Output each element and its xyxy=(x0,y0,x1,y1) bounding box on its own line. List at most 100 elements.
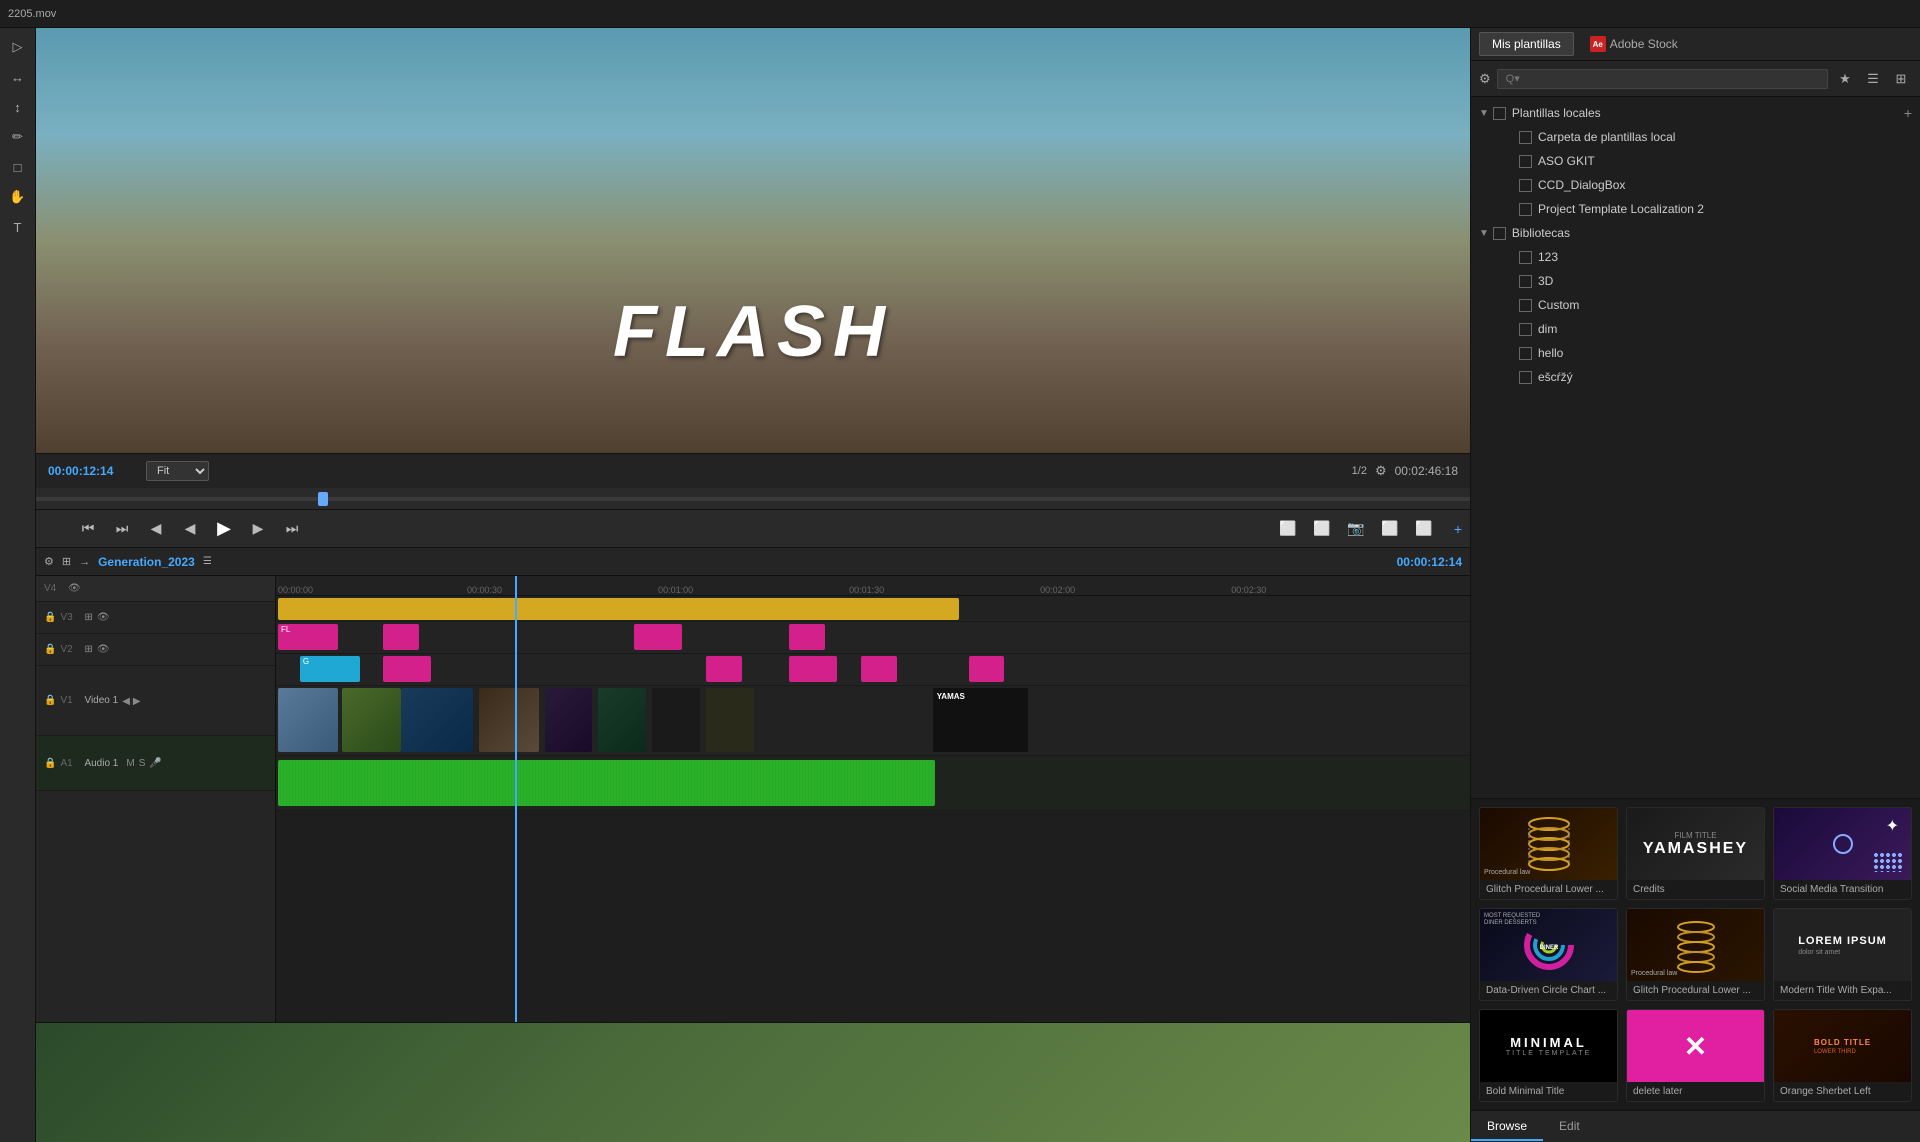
lock-icon-v1[interactable]: 🔒 xyxy=(44,695,56,706)
checkbox-3d[interactable] xyxy=(1519,275,1532,288)
template-card-4[interactable]: DINER MOST REQUESTEDDINER DESSERTS Data-… xyxy=(1479,908,1618,1001)
btn-mark-in[interactable]: ⏮ xyxy=(76,517,100,541)
clip-v1-credits[interactable]: YAMAS xyxy=(933,688,1029,752)
next-icon-v1[interactable]: ▶ xyxy=(133,696,141,707)
clip-v2-b[interactable] xyxy=(383,656,431,682)
mis-plantillas-btn[interactable]: Mis plantillas xyxy=(1479,32,1574,56)
timeline-snap-icon[interactable]: ⊞ xyxy=(62,555,71,568)
tool-pen[interactable]: ✏ xyxy=(7,126,29,148)
checkbox-aso[interactable] xyxy=(1519,155,1532,168)
tool-razor[interactable]: ↔ xyxy=(7,66,29,88)
clip-v2-f[interactable] xyxy=(969,656,1005,682)
checkbox-bibliotecas[interactable] xyxy=(1493,227,1506,240)
tree-section-bibliotecas[interactable]: ▼ Bibliotecas xyxy=(1471,221,1920,245)
clip-v1-g[interactable] xyxy=(652,688,700,752)
btn-step-back[interactable]: ◀ xyxy=(144,517,168,541)
track-sync-v2[interactable]: ⊞ xyxy=(84,644,92,655)
tree-item-carpeta[interactable]: Carpeta de plantillas local xyxy=(1471,125,1920,149)
clip-v1-f[interactable] xyxy=(598,688,646,752)
tab-edit[interactable]: Edit xyxy=(1543,1113,1596,1141)
tree-item-aso[interactable]: ASO GKIT xyxy=(1471,149,1920,173)
clip-v2-c[interactable] xyxy=(706,656,742,682)
clip-v3-c[interactable] xyxy=(634,624,682,650)
btn-add[interactable]: + xyxy=(1446,517,1470,541)
template-card-8[interactable]: ✕ delete later xyxy=(1626,1009,1765,1102)
settings-icon[interactable]: ⚙ xyxy=(1375,463,1387,479)
tool-slip[interactable]: ↕ xyxy=(7,96,29,118)
tree-section-plantillas[interactable]: ▼ Plantillas locales + xyxy=(1471,101,1920,125)
template-card-6[interactable]: LOREM IPSUM dolor sit amet Modern Title … xyxy=(1773,908,1912,1001)
timeline-filter-icon[interactable]: ⚙ xyxy=(44,555,54,568)
tool-text[interactable]: T xyxy=(7,216,29,238)
seq-menu-icon[interactable]: ☰ xyxy=(203,556,212,567)
lock-icon-a1[interactable]: 🔒 xyxy=(44,758,56,769)
track-eye-v4[interactable]: 👁 xyxy=(68,583,81,594)
btn-play[interactable]: ▶ xyxy=(212,517,236,541)
checkbox-project-template[interactable] xyxy=(1519,203,1532,216)
clip-v1-c[interactable] xyxy=(401,688,473,752)
clip-v3-a[interactable]: FL xyxy=(278,624,338,650)
template-card-9[interactable]: BOLD TITLE LOWER THIRD Orange Sherbet Le… xyxy=(1773,1009,1912,1102)
search-input[interactable] xyxy=(1497,69,1828,89)
adobe-stock-btn[interactable]: Ae Adobe Stock xyxy=(1578,32,1690,56)
btn-export[interactable]: ⬜ xyxy=(1378,517,1402,541)
timeline-magnet-icon[interactable]: → xyxy=(79,556,90,568)
favorites-icon[interactable]: ★ xyxy=(1834,68,1856,90)
tab-browse[interactable]: Browse xyxy=(1471,1113,1543,1141)
tree-item-123[interactable]: 123 xyxy=(1471,245,1920,269)
tree-item-3d[interactable]: 3D xyxy=(1471,269,1920,293)
btn-mark-out[interactable]: ⏭ xyxy=(110,517,134,541)
list-view-icon[interactable]: ☰ xyxy=(1862,68,1884,90)
lock-icon-v2[interactable]: 🔒 xyxy=(44,644,56,655)
clip-v2-a[interactable]: G xyxy=(300,656,360,682)
checkbox-ccd[interactable] xyxy=(1519,179,1532,192)
checkbox-dim[interactable] xyxy=(1519,323,1532,336)
clip-v3-d[interactable] xyxy=(789,624,825,650)
filter-icon[interactable]: ⚙ xyxy=(1479,71,1491,87)
btn-settings2[interactable]: ⬜ xyxy=(1412,517,1436,541)
tree-item-ccd[interactable]: CCD_DialogBox xyxy=(1471,173,1920,197)
btn-step-fwd[interactable]: ⏭ xyxy=(280,517,304,541)
tool-rect[interactable]: □ xyxy=(7,156,29,178)
timeline-content[interactable]: 00:00:00 00:00:30 00:01:00 00:01:30 00:0… xyxy=(276,576,1470,1022)
checkbox-123[interactable] xyxy=(1519,251,1532,264)
clip-v2-e[interactable] xyxy=(861,656,897,682)
tree-item-project-template[interactable]: Project Template Localization 2 xyxy=(1471,197,1920,221)
mute-a1[interactable]: M xyxy=(126,758,134,769)
btn-frame-fwd[interactable]: ▶ xyxy=(246,517,270,541)
fit-dropdown[interactable]: Fit 25% 50% 100% xyxy=(146,461,209,481)
clip-v1-e[interactable] xyxy=(545,688,593,752)
tree-item-custom[interactable]: Custom xyxy=(1471,293,1920,317)
clip-v1-d[interactable] xyxy=(479,688,539,752)
checkbox-custom[interactable] xyxy=(1519,299,1532,312)
eye-icon-v2[interactable]: 👁 xyxy=(97,644,110,655)
btn-insert[interactable]: ⬜ xyxy=(1276,517,1300,541)
tree-item-hello[interactable]: hello xyxy=(1471,341,1920,365)
add-plantillas-btn[interactable]: + xyxy=(1904,105,1912,121)
clip-v2-d[interactable] xyxy=(789,656,837,682)
template-card-2[interactable]: FILM TITLE YAMASHEY Credits xyxy=(1626,807,1765,900)
clip-v4-yellow[interactable] xyxy=(278,598,959,620)
btn-frame-back[interactable]: ◀ xyxy=(178,517,202,541)
clip-v1-b[interactable] xyxy=(342,688,402,752)
clip-v3-b[interactable] xyxy=(383,624,419,650)
template-card-1[interactable]: Procedural law Glitch Procedural Lower .… xyxy=(1479,807,1618,900)
lock-icon-v3[interactable]: 🔒 xyxy=(44,612,56,623)
tool-hand[interactable]: ✋ xyxy=(7,186,29,208)
checkbox-hello[interactable] xyxy=(1519,347,1532,360)
tree-item-dim[interactable]: dim xyxy=(1471,317,1920,341)
scrubber-handle[interactable] xyxy=(318,492,328,506)
checkbox-escrzy[interactable] xyxy=(1519,371,1532,384)
tool-select[interactable]: ▷ xyxy=(7,36,29,58)
checkbox-plantillas[interactable] xyxy=(1493,107,1506,120)
template-card-7[interactable]: MINIMAL TITLE TEMPLATE Bold Minimal Titl… xyxy=(1479,1009,1618,1102)
tree-item-escrzy[interactable]: ešcŕžý xyxy=(1471,365,1920,389)
track-sync-v3[interactable]: ⊞ xyxy=(84,612,92,623)
btn-camera[interactable]: 📷 xyxy=(1344,517,1368,541)
checkbox-carpeta[interactable] xyxy=(1519,131,1532,144)
eye-icon-v3[interactable]: 👁 xyxy=(97,612,110,623)
prev-icon-v1[interactable]: ◀ xyxy=(122,696,130,707)
clip-v1-a[interactable] xyxy=(278,688,338,752)
timeline-scrubber[interactable] xyxy=(36,488,1470,510)
btn-overwrite[interactable]: ⬜ xyxy=(1310,517,1334,541)
